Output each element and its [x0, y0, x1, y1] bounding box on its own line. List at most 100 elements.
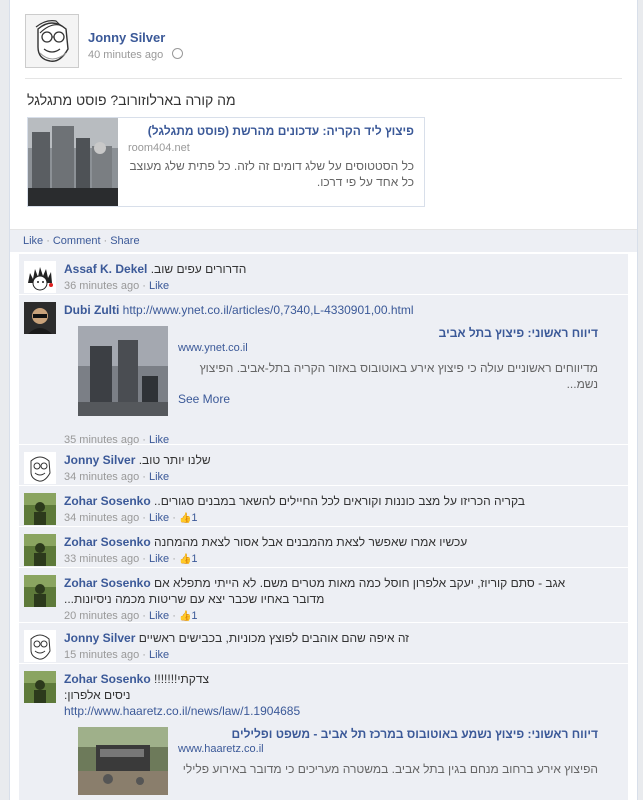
comment-line: Jonny Silver זה איפה שהם אוהבים לפוצץ מכ…	[64, 630, 618, 646]
comment-item: Assaf K. Dekel הדרורים עפים שוב. 36 minu…	[19, 254, 628, 295]
comment-time[interactable]: 33 minutes ago	[64, 553, 139, 565]
shared-link-card[interactable]: פיצוץ ליד הקריה: עדכונים מהרשת (פוסט מתג…	[27, 117, 425, 207]
comment-like-link[interactable]: Like	[149, 610, 169, 622]
comment-line: Jonny Silver שלנו יותר טוב.	[64, 452, 618, 468]
commenter-avatar[interactable]	[24, 302, 56, 334]
commenter-avatar[interactable]	[24, 630, 56, 662]
comment-link-thumbnail[interactable]	[78, 326, 168, 416]
post-timestamp: 40 minutes ago	[88, 48, 184, 61]
commenter-name[interactable]: Zohar Sosenko	[64, 494, 151, 508]
comment-body: Zohar Sosenko עכשיו אמרו שאפשר לצאת מהמב…	[64, 534, 618, 565]
comment-item: Jonny Silver זה איפה שהם אוהבים לפוצץ מכ…	[19, 623, 628, 664]
commenter-name[interactable]: Jonny Silver	[64, 631, 135, 645]
comment-link-title[interactable]: דיווח ראשוני: פיצוץ בתל אביב	[439, 326, 598, 340]
shared-link-title[interactable]: פיצוץ ליד הקריה: עדכונים מהרשת (פוסט מתג…	[148, 124, 414, 138]
comment-item: Dubi Zulti http://www.ynet.co.il/article…	[19, 295, 628, 446]
comment-link-thumbnail[interactable]	[78, 727, 168, 795]
comment-body: Zohar Sosenko צדקתי!!!!!!! ניסים אלפרון:…	[64, 671, 618, 797]
comment-meta: 33 minutes ago · Like · 👍1	[64, 553, 198, 565]
comment-item: Zohar Sosenko עכשיו אמרו שאפשר לצאת מהמב…	[19, 527, 628, 568]
commenter-avatar[interactable]	[24, 493, 56, 525]
comment-line: Zohar Sosenko אגב - סתם קוריוז, יעקב אלפ…	[64, 575, 618, 591]
comment-line: Zohar Sosenko צדקתי!!!!!!!	[64, 671, 618, 687]
comment-link-domain[interactable]: www.ynet.co.il	[178, 342, 248, 354]
commenter-name[interactable]: Jonny Silver	[64, 453, 135, 467]
post-time[interactable]: 40 minutes ago	[88, 49, 163, 61]
comment-text-line2: ניסים אלפרון:	[64, 687, 618, 703]
commenter-name[interactable]: Dubi Zulti	[64, 303, 119, 317]
comment-text-continued: מדובר באחיו שכבר יצא עם שריטות מכמה ניסי…	[64, 592, 325, 606]
thumbs-up-icon[interactable]: 👍	[179, 611, 191, 622]
comment-link-description: מדיווחים ראשוניים עולה כי פיצוץ אירע באו…	[199, 361, 598, 391]
comment-item: Zohar Sosenko אגב - סתם קוריוז, יעקב אלפ…	[19, 568, 628, 623]
commenter-avatar[interactable]	[24, 575, 56, 607]
comment-time[interactable]: 36 minutes ago	[64, 280, 139, 292]
comment-line: Dubi Zulti http://www.ynet.co.il/article…	[64, 302, 618, 318]
comment-like-link[interactable]: Like	[149, 512, 169, 524]
comment-text: עכשיו אמרו שאפשר לצאת מהמבנים אבל אסור ל…	[154, 535, 468, 549]
divider	[25, 78, 622, 79]
post-actions: Like · Comment · Share	[10, 229, 637, 252]
comment-text: צדקתי!!!!!!!	[154, 672, 210, 686]
like-count[interactable]: 1	[191, 553, 197, 565]
thumbs-up-icon[interactable]: 👍	[179, 513, 191, 524]
comment-link-card[interactable]: דיווח ראשוני: פיצוץ נשמע באוטובוס במרכז …	[78, 727, 598, 797]
commenter-name[interactable]: Assaf K. Dekel	[64, 262, 147, 276]
commenter-avatar[interactable]	[24, 671, 56, 703]
author-avatar[interactable]	[25, 14, 79, 68]
comment-line: Zohar Sosenko עכשיו אמרו שאפשר לצאת מהמב…	[64, 534, 618, 550]
comment-body: Assaf K. Dekel הדרורים עפים שוב. 36 minu…	[64, 261, 618, 292]
comment-like-link[interactable]: Like	[149, 280, 169, 292]
comment-body: Jonny Silver שלנו יותר טוב. 34 minutes a…	[64, 452, 618, 483]
comment-text: שלנו יותר טוב.	[138, 453, 211, 467]
post-message: מה קורה בארלוזורוב? פוסט מתגלגל	[27, 92, 236, 108]
comment-time[interactable]: 15 minutes ago	[64, 649, 139, 661]
comment-meta: 20 minutes ago · Like · 👍1	[64, 610, 198, 622]
shared-link-domain: room404.net	[128, 142, 190, 154]
commenter-name[interactable]: Zohar Sosenko	[64, 672, 151, 686]
commenter-name[interactable]: Zohar Sosenko	[64, 576, 151, 590]
comment-like-link[interactable]: Like	[149, 649, 169, 661]
comment-link-title[interactable]: דיווח ראשוני: פיצוץ נשמע באוטובוס במרכז …	[232, 727, 598, 741]
comment-meta: 34 minutes ago · Like	[64, 471, 170, 483]
post-author[interactable]: Jonny Silver	[88, 30, 165, 45]
comment-time[interactable]: 20 minutes ago	[64, 610, 139, 622]
comment-item: Jonny Silver שלנו יותר טוב. 34 minutes a…	[19, 445, 628, 486]
shared-link-thumbnail[interactable]	[28, 118, 118, 206]
like-link[interactable]: Like	[23, 235, 43, 247]
comment-line: Assaf K. Dekel הדרורים עפים שוב.	[64, 261, 618, 277]
comment-url-link[interactable]: http://www.ynet.co.il/articles/0,7340,L-…	[123, 303, 414, 317]
comment-text: אגב - סתם קוריוז, יעקב אלפרון חוסל כמה מ…	[154, 576, 566, 590]
comment-url-line: http://www.haaretz.co.il/news/law/1.1904…	[64, 703, 618, 719]
separator-dot: ·	[46, 235, 50, 247]
commenter-avatar[interactable]	[24, 452, 56, 484]
comment-like-link[interactable]: Like	[149, 553, 169, 565]
commenter-avatar[interactable]	[24, 261, 56, 293]
comment-time[interactable]: 34 minutes ago	[64, 471, 139, 483]
comment-text-line2: מדובר באחיו שכבר יצא עם שריטות מכמה ניסי…	[64, 591, 618, 607]
see-more-link[interactable]: See More	[178, 392, 230, 406]
like-count[interactable]: 1	[191, 512, 197, 524]
comment-time[interactable]: 34 minutes ago	[64, 512, 139, 524]
comment-url-link[interactable]: http://www.haaretz.co.il/news/law/1.1904…	[64, 704, 300, 718]
shared-link-description: כל הסטטוסים על שלג דומים זה לזה. כל פתית…	[129, 159, 415, 189]
comment-item: Zohar Sosenko בקריה הכריזו על מצב כוננות…	[19, 486, 628, 527]
comment-link-card[interactable]: דיווח ראשוני: פיצוץ בתל אביב www.ynet.co…	[78, 326, 598, 422]
thumbs-up-icon[interactable]: 👍	[179, 554, 191, 565]
comment-body: Zohar Sosenko אגב - סתם קוריוז, יעקב אלפ…	[64, 575, 618, 622]
comment-line: Zohar Sosenko בקריה הכריזו על מצב כוננות…	[64, 493, 618, 509]
comment-item: Zohar Sosenko צדקתי!!!!!!! ניסים אלפרון:…	[19, 664, 628, 800]
comment-like-link[interactable]: Like	[149, 471, 169, 483]
commenter-name[interactable]: Zohar Sosenko	[64, 535, 151, 549]
globe-icon[interactable]	[172, 48, 184, 59]
comment-text: בקריה הכריזו על מצב כוננות וקוראים לכל ה…	[154, 494, 525, 508]
comment-text: זה איפה שהם אוהבים לפוצץ מכוניות, בכבישי…	[138, 631, 410, 645]
comment-meta: 34 minutes ago · Like · 👍1	[64, 512, 198, 524]
comment-link[interactable]: Comment	[53, 235, 101, 247]
comment-text: הדרורים עפים שוב.	[150, 262, 247, 276]
comment-link-domain[interactable]: www.haaretz.co.il	[178, 743, 264, 755]
commenter-avatar[interactable]	[24, 534, 56, 566]
comment-list: Assaf K. Dekel הדרורים עפים שוב. 36 minu…	[19, 254, 628, 800]
share-link[interactable]: Share	[110, 235, 139, 247]
like-count[interactable]: 1	[191, 610, 197, 622]
